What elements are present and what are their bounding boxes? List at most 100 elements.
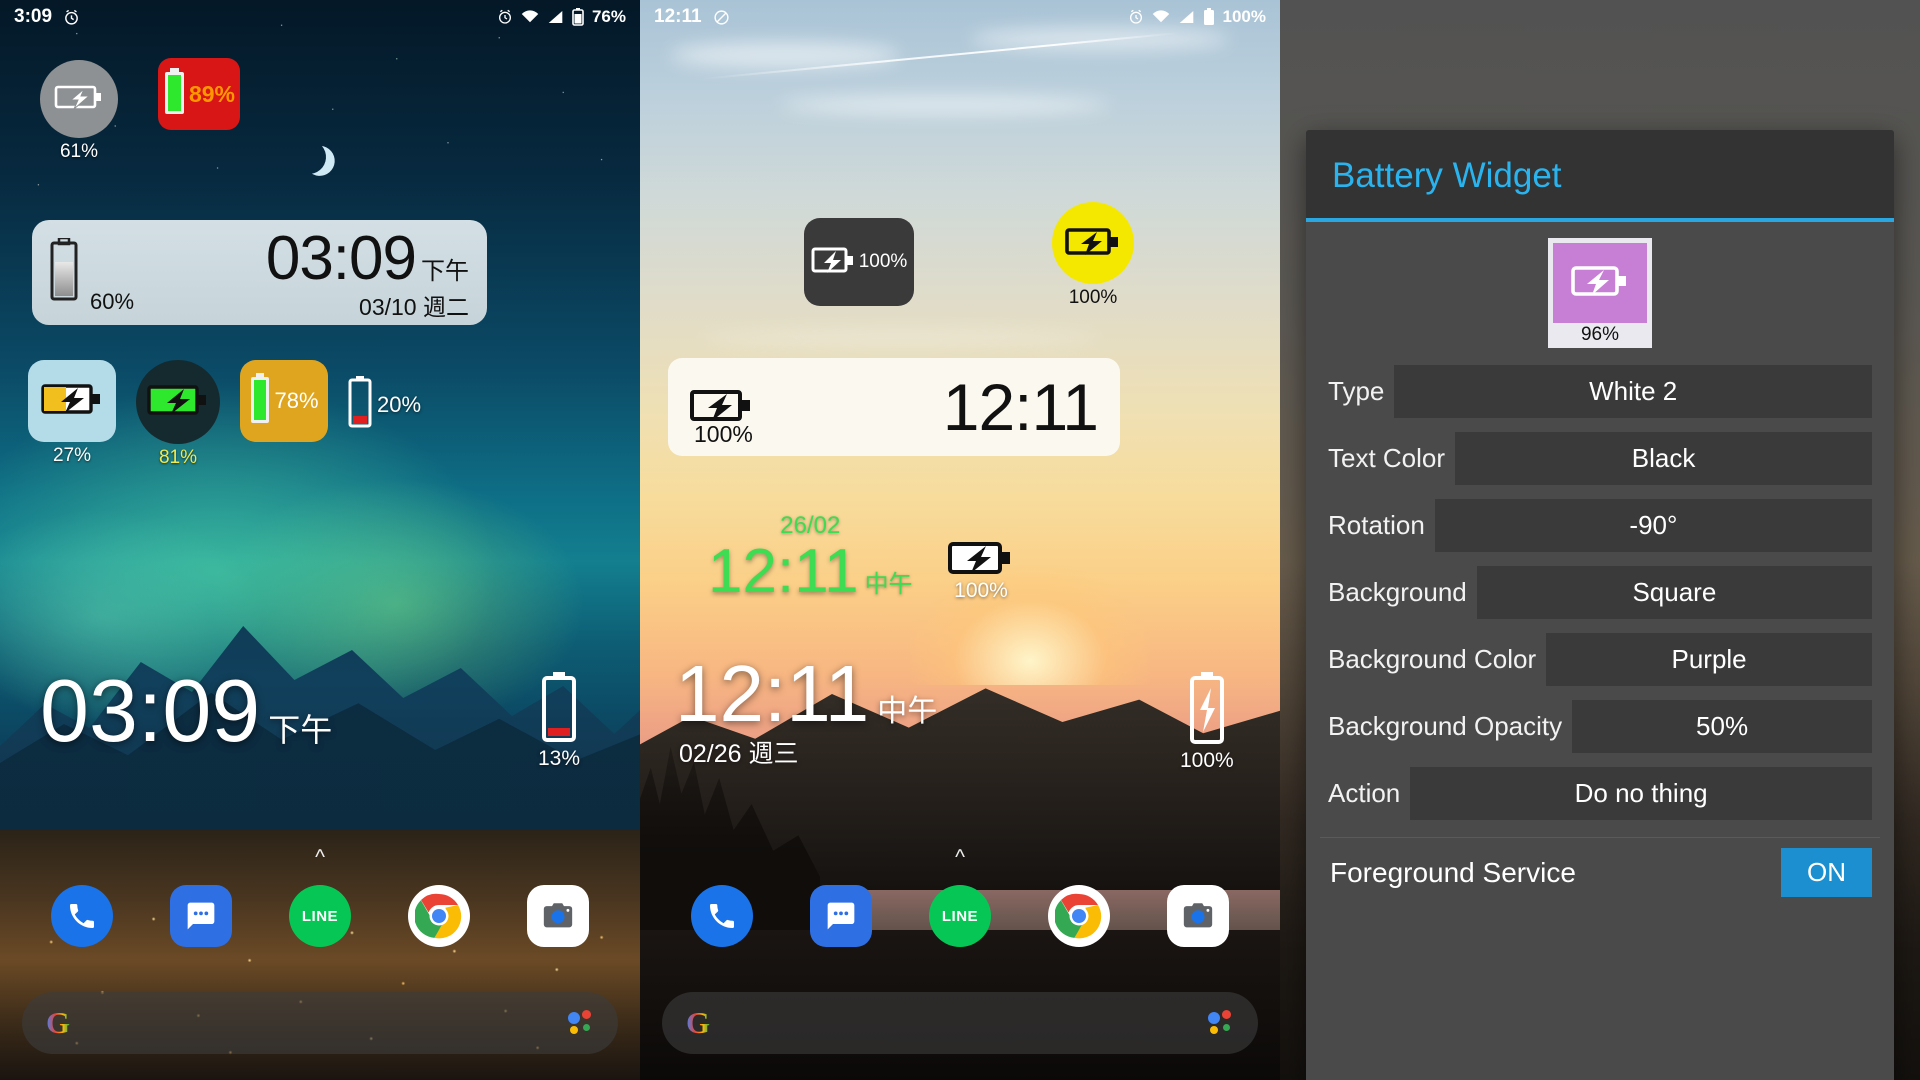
google-search-bar[interactable]: G: [662, 992, 1258, 1054]
chrome-icon[interactable]: [408, 885, 471, 947]
widget-percent: 20%: [377, 391, 422, 417]
dock-middle: LINE: [640, 880, 1280, 952]
battery-vertical-low-icon: [541, 672, 577, 748]
setting-value[interactable]: 50%: [1572, 700, 1872, 753]
battery-charging-black-icon: [948, 542, 1014, 580]
clock-date: 03/10 週二: [359, 294, 469, 320]
app-drawer-chevron-icon[interactable]: ^: [955, 846, 965, 870]
google-logo: G: [686, 1005, 711, 1040]
foreground-service-row[interactable]: Foreground Service ON: [1320, 837, 1880, 907]
status-battery-text: 100%: [1222, 7, 1266, 26]
battery-icon: [1203, 8, 1215, 26]
messages-icon[interactable]: [809, 885, 872, 947]
setting-label: Background: [1328, 577, 1467, 607]
preview-background: [1553, 243, 1647, 323]
phone-icon[interactable]: [50, 885, 113, 947]
setting-row-action[interactable]: Action Do no thing: [1306, 760, 1894, 827]
status-time: 12:11: [654, 6, 702, 27]
dock-left: LINE: [0, 880, 640, 952]
setting-row-type[interactable]: Type White 2: [1306, 358, 1894, 425]
battery-vertical-green-icon: [163, 67, 186, 121]
battery-charging-black-icon: [1065, 225, 1121, 262]
battery-icon: [572, 8, 584, 26]
google-assistant-icon[interactable]: [1208, 1010, 1234, 1036]
green-clock-widget[interactable]: 26/02 12:11 中午: [708, 512, 913, 607]
widget-red-square-battery[interactable]: 89%: [158, 58, 240, 130]
setting-label: Type: [1328, 376, 1385, 406]
line-icon[interactable]: LINE: [928, 885, 991, 947]
setting-value[interactable]: -90°: [1434, 499, 1872, 552]
setting-value[interactable]: White 2: [1394, 365, 1872, 418]
green-clock-time: 12:11: [708, 537, 859, 606]
battery-charging-white-icon: [1189, 672, 1225, 750]
preview-percent: 96%: [1580, 324, 1620, 345]
google-assistant-icon[interactable]: [568, 1010, 594, 1036]
widget-yellow-circle-battery[interactable]: 100%: [1052, 202, 1134, 309]
wifi-icon: [1152, 10, 1170, 24]
setting-label: Rotation: [1328, 510, 1425, 540]
setting-value[interactable]: Do no thing: [1410, 767, 1872, 820]
messages-icon[interactable]: [169, 885, 232, 947]
widget-side-battery-middle[interactable]: 100%: [1180, 672, 1234, 773]
widget-label: 100%: [1068, 287, 1118, 308]
alarm-icon: [63, 9, 80, 26]
line-icon[interactable]: LINE: [288, 885, 351, 947]
big-clock-ampm: 下午: [268, 712, 333, 748]
big-clock-ampm: 中午: [877, 695, 938, 728]
chrome-icon[interactable]: [1048, 885, 1111, 947]
dialog-header: Battery Widget: [1306, 130, 1894, 222]
widget-side-battery-left[interactable]: 13%: [538, 672, 580, 771]
wifi-icon: [521, 10, 539, 24]
widget-grey-circle-battery[interactable]: 61%: [40, 60, 118, 163]
battery-charging-yellow-icon: [41, 382, 103, 421]
setting-label: Text Color: [1328, 443, 1446, 473]
setting-value[interactable]: Black: [1455, 432, 1872, 485]
status-battery-text: 76%: [591, 7, 626, 26]
setting-row-rotation[interactable]: Rotation -90°: [1306, 492, 1894, 559]
setting-label: Background Color: [1328, 644, 1537, 674]
alarm-icon: [497, 9, 513, 25]
status-time: 3:09: [14, 6, 53, 27]
widget-percent: 100%: [954, 579, 1008, 602]
camera-icon[interactable]: [527, 885, 590, 947]
widget-orange-square-battery[interactable]: 78%: [240, 360, 328, 442]
google-search-bar[interactable]: G: [22, 992, 618, 1054]
widget-clock-battery-middle[interactable]: 12:11 100%: [668, 358, 1120, 456]
widget-transparent-battery[interactable]: 20%: [348, 376, 421, 433]
screenshot-stage: 3:09 76% 61% 89% 03:09 下午 03/10 週二 60% 2…: [0, 0, 1920, 1080]
setting-row-background-opacity[interactable]: Background Opacity 50%: [1306, 693, 1894, 760]
app-drawer-chevron-icon[interactable]: ^: [315, 846, 325, 870]
widget-clock-battery-left[interactable]: 03:09 下午 03/10 週二 60%: [32, 220, 487, 325]
setting-value[interactable]: Square: [1476, 566, 1872, 619]
status-bar-left: 3:09 76%: [0, 0, 640, 34]
widget-label: 61%: [59, 141, 99, 162]
battery-vertical-grey-icon: [50, 236, 78, 307]
widget-percent: 100%: [858, 251, 908, 272]
setting-label: Action: [1328, 778, 1401, 808]
setting-value[interactable]: Purple: [1546, 633, 1872, 686]
camera-icon[interactable]: [1167, 885, 1230, 947]
phone-panel-left: 3:09 76% 61% 89% 03:09 下午 03/10 週二 60% 2…: [0, 0, 640, 1080]
battery-vertical-low-icon: [348, 376, 372, 433]
setting-row-background[interactable]: Background Square: [1306, 559, 1894, 626]
do-not-disturb-icon: [713, 9, 730, 26]
foreground-service-label: Foreground Service: [1330, 856, 1576, 888]
phone-icon[interactable]: [690, 885, 753, 947]
clock-time: 12:11: [942, 370, 1099, 444]
setting-row-text-color[interactable]: Text Color Black: [1306, 425, 1894, 492]
signal-icon: [547, 10, 564, 24]
widget-mid-battery[interactable]: 100%: [948, 540, 1014, 603]
battery-widget-dialog: Battery Widget 96% Type White 2 Text Col…: [1306, 130, 1894, 1080]
widget-preview[interactable]: 96%: [1306, 222, 1894, 358]
setting-label: Background Opacity: [1328, 711, 1563, 741]
widget-dark-square-battery[interactable]: 100%: [804, 218, 914, 306]
widget-dark-circle-battery[interactable]: 81%: [136, 360, 220, 469]
big-clock-middle: 12:11 中午 02/26 週三: [675, 648, 937, 770]
sun-glow: [910, 565, 1150, 685]
clock-battery-percent: 60%: [90, 289, 135, 314]
setting-row-background-color[interactable]: Background Color Purple: [1306, 626, 1894, 693]
alarm-icon: [1128, 9, 1144, 25]
foreground-service-toggle[interactable]: ON: [1781, 848, 1872, 897]
clock-time: 03:09: [265, 224, 417, 293]
widget-light-blue-square-battery[interactable]: 27%: [28, 360, 116, 467]
